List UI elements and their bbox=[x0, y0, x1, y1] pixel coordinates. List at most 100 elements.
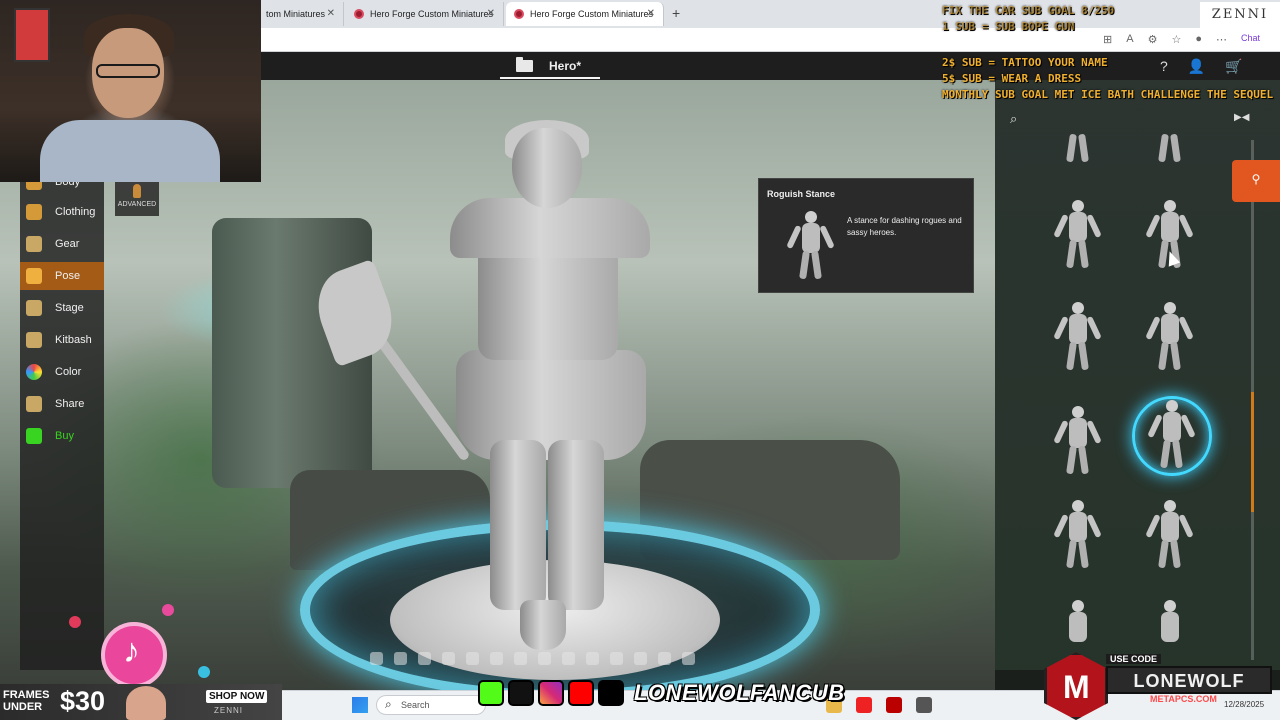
nav-item-kitbash[interactable]: Kitbash bbox=[20, 326, 104, 354]
goal-line: 1 SUB = SUB BOPE GUN bbox=[942, 20, 1075, 33]
sponsor-code: LONEWOLF bbox=[1106, 666, 1272, 694]
decor-dot bbox=[162, 604, 174, 616]
tooltip-title: Roguish Stance bbox=[767, 189, 836, 199]
pose-preview-thumbnail bbox=[786, 211, 835, 280]
metapcs-logo bbox=[1044, 652, 1108, 720]
tab-title: Hero Forge Custom Miniatures bbox=[370, 9, 494, 19]
swords-icon bbox=[26, 236, 42, 252]
kickstarter-icon[interactable] bbox=[682, 652, 695, 665]
decor-dot bbox=[69, 616, 81, 628]
sponsor-badge: USE CODE LONEWOLF METAPCS.COM bbox=[1040, 652, 1280, 720]
miniature-leg bbox=[548, 440, 604, 610]
pose-thumbnail[interactable] bbox=[1058, 128, 1098, 170]
share-icons-row bbox=[370, 652, 695, 665]
kick-icon bbox=[478, 680, 504, 706]
promo-model-photo bbox=[126, 686, 166, 720]
pose-thumbnail[interactable] bbox=[1053, 406, 1102, 476]
nav-item-color[interactable]: Color bbox=[20, 358, 104, 386]
promo-price: $30 bbox=[60, 686, 106, 716]
browser-tab[interactable]: tom Miniatures ✕ bbox=[258, 2, 344, 26]
pose-thumbnail[interactable] bbox=[1150, 128, 1190, 170]
app-icon[interactable] bbox=[916, 697, 932, 713]
discord-icon[interactable] bbox=[466, 652, 479, 665]
pose-thumbnail[interactable] bbox=[1053, 500, 1102, 570]
miniature-leg bbox=[490, 440, 546, 610]
calendar-icon[interactable] bbox=[538, 652, 551, 665]
goal-line: MONTHLY SUB GOAL MET ICE BATH CHALLENGE … bbox=[942, 88, 1274, 101]
browser-tab-active[interactable]: Hero Forge Custom Miniatures ✕ bbox=[506, 2, 664, 26]
pose-thumbnail[interactable] bbox=[1145, 302, 1194, 372]
figure-icon: ⚲ bbox=[1251, 172, 1261, 186]
pose-thumbnail[interactable] bbox=[1053, 200, 1102, 270]
promo-line2: UNDER bbox=[3, 701, 43, 713]
hero-forge-favicon-icon bbox=[514, 9, 524, 19]
gift-icon[interactable] bbox=[658, 652, 671, 665]
close-icon[interactable]: ✕ bbox=[487, 8, 495, 19]
collapse-panel-icon[interactable]: ▶◀ bbox=[1234, 112, 1249, 123]
nav-item-label: Stage bbox=[55, 302, 84, 314]
twitch-icon[interactable] bbox=[514, 652, 527, 665]
settings-icon[interactable] bbox=[610, 652, 623, 665]
shirt-icon bbox=[26, 204, 42, 220]
bug-icon[interactable] bbox=[586, 652, 599, 665]
pose-thumbnail[interactable] bbox=[1150, 600, 1190, 650]
new-tab-button[interactable]: + bbox=[672, 5, 680, 21]
decor-dot bbox=[198, 666, 210, 678]
panel-scrollbar-thumb[interactable] bbox=[1251, 392, 1254, 512]
hero-forge-favicon-icon bbox=[354, 9, 364, 19]
reddit-icon[interactable] bbox=[490, 652, 503, 665]
wall-poster bbox=[14, 8, 50, 62]
sponsor-site: METAPCS.COM bbox=[1150, 694, 1217, 704]
close-icon[interactable]: ✕ bbox=[647, 8, 655, 19]
running-figure-icon bbox=[26, 268, 42, 284]
promo-brand: ZENNI bbox=[214, 706, 243, 715]
advanced-toggle-button[interactable]: ADVANCED bbox=[115, 180, 159, 216]
advanced-label: ADVANCED bbox=[117, 201, 157, 208]
miniature-boot bbox=[520, 600, 566, 650]
nav-item-label: Color bbox=[55, 366, 82, 378]
palette-icon bbox=[26, 364, 42, 380]
miniature-head bbox=[512, 128, 582, 208]
search-icon[interactable]: ⌕ bbox=[1010, 111, 1017, 127]
pose-thumbnail[interactable] bbox=[1058, 600, 1098, 650]
folder-icon bbox=[516, 57, 533, 72]
browser-tab[interactable]: Hero Forge Custom Miniatures ✕ bbox=[346, 2, 504, 26]
pose-thumbnail[interactable] bbox=[1145, 500, 1194, 570]
tiktok-icon bbox=[598, 680, 624, 706]
pose-thumbnail[interactable] bbox=[1053, 302, 1102, 372]
goal-line: 2$ SUB = TATTOO YOUR NAME bbox=[942, 56, 1108, 69]
close-icon[interactable]: ✕ bbox=[327, 8, 335, 19]
nav-item-clothing[interactable]: Clothing bbox=[20, 198, 104, 226]
screen: tom Miniatures ✕ Hero Forge Custom Minia… bbox=[0, 0, 1280, 720]
project-name: Hero* bbox=[549, 59, 582, 73]
use-code-label: USE CODE bbox=[1106, 654, 1162, 664]
x-icon bbox=[508, 680, 534, 706]
youtube-icon[interactable] bbox=[856, 697, 872, 713]
goal-line: FIX THE CAR SUB GOAL 8/250 bbox=[942, 4, 1115, 17]
pose-tooltip: Roguish Stance A stance for dashing rogu… bbox=[758, 178, 974, 293]
share-icon[interactable] bbox=[634, 652, 647, 665]
nav-item-buy[interactable]: Buy bbox=[20, 422, 104, 450]
left-navigation: Body Clothing Gear Pose Stage Kitbash Co… bbox=[20, 174, 104, 670]
project-underline bbox=[500, 77, 600, 79]
nav-item-gear[interactable]: Gear bbox=[20, 230, 104, 258]
nav-item-share[interactable]: Share bbox=[20, 390, 104, 418]
pose-side-tab[interactable]: ⚲ bbox=[1232, 160, 1280, 202]
netflix-icon[interactable] bbox=[886, 697, 902, 713]
pose-thumbnail-selected[interactable] bbox=[1147, 400, 1196, 470]
nav-item-pose[interactable]: Pose bbox=[20, 262, 104, 290]
bluesky-icon[interactable] bbox=[394, 652, 407, 665]
nav-item-label: Pose bbox=[55, 270, 81, 282]
facebook-icon[interactable] bbox=[370, 652, 383, 665]
windows-start-icon[interactable] bbox=[352, 697, 368, 713]
instagram-icon bbox=[538, 680, 564, 706]
instagram-icon[interactable] bbox=[418, 652, 431, 665]
nav-item-stage[interactable]: Stage bbox=[20, 294, 104, 322]
nav-item-label: Buy bbox=[55, 430, 74, 442]
project-selector[interactable]: Hero* bbox=[516, 52, 581, 80]
zenni-promo-banner: FRAMES UNDER $30 SHOP NOW ZENNI bbox=[0, 684, 282, 720]
youtube-icon[interactable] bbox=[442, 652, 455, 665]
glasses-icon bbox=[96, 64, 160, 78]
mail-icon[interactable] bbox=[562, 652, 575, 665]
taskbar-search-input[interactable]: Search bbox=[376, 695, 486, 715]
